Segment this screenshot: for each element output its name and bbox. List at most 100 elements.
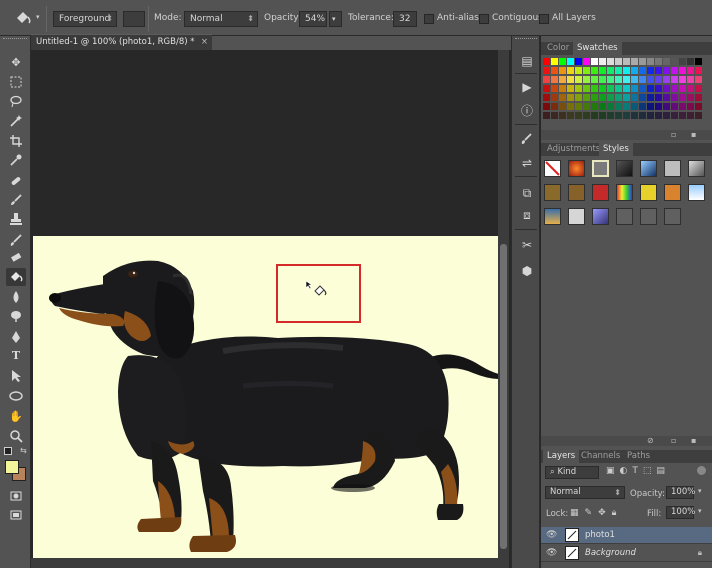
history-panel-icon[interactable]: ▤	[518, 52, 536, 70]
swatch[interactable]	[615, 94, 622, 101]
brush-presets-panel-icon[interactable]: ⇌	[518, 154, 536, 172]
swatch[interactable]	[599, 58, 606, 65]
layer-filter-kind-dropdown[interactable]: ⌕ Kind	[545, 466, 599, 479]
filter-toggle-icon[interactable]	[697, 466, 706, 475]
swatch[interactable]	[599, 112, 606, 119]
style-bronze[interactable]	[568, 184, 585, 201]
style-gray-bevel[interactable]	[688, 160, 705, 177]
actions-panel-icon[interactable]: ▶	[518, 78, 536, 96]
tab-layers[interactable]: Layers	[543, 450, 580, 463]
pattern-picker[interactable]	[123, 11, 145, 27]
swatch[interactable]	[599, 67, 606, 74]
style-dark-bevel[interactable]	[616, 160, 633, 177]
type-tool-icon[interactable]: T	[6, 347, 26, 365]
swatch[interactable]	[623, 94, 630, 101]
swatch[interactable]	[647, 94, 654, 101]
vertical-scrollbar-thumb[interactable]	[500, 244, 507, 549]
screen-mode-icon[interactable]	[6, 506, 26, 524]
swatch[interactable]	[591, 85, 598, 92]
layer-name[interactable]: photo1	[585, 530, 615, 540]
swatch[interactable]	[655, 58, 662, 65]
history-brush-tool-icon[interactable]	[6, 231, 26, 249]
fill-arrow-icon[interactable]: ▾	[698, 507, 702, 515]
tab-swatches[interactable]: Swatches	[573, 42, 622, 55]
swap-colors-icon[interactable]: ⇆	[20, 446, 27, 455]
swatch[interactable]	[583, 94, 590, 101]
swatch[interactable]	[583, 85, 590, 92]
tolerance-input[interactable]: 32	[393, 11, 417, 27]
tab-paths[interactable]: Paths	[623, 450, 654, 463]
lock-all-icon[interactable]: 🔒︎	[612, 508, 623, 518]
swatch[interactable]	[607, 58, 614, 65]
contiguous-checkbox[interactable]	[479, 14, 489, 24]
swatch[interactable]	[551, 67, 558, 74]
swatch[interactable]	[607, 76, 614, 83]
swatch[interactable]	[655, 67, 662, 74]
swatch[interactable]	[647, 67, 654, 74]
swatch[interactable]	[591, 103, 598, 110]
swatch[interactable]	[591, 76, 598, 83]
swatch[interactable]	[583, 103, 590, 110]
style-purple[interactable]	[592, 208, 609, 225]
swatch[interactable]	[631, 112, 638, 119]
healing-brush-tool-icon[interactable]	[6, 172, 26, 190]
preset-dropdown-arrow-icon[interactable]: ▾	[36, 13, 40, 21]
swatch[interactable]	[615, 76, 622, 83]
lock-position-icon[interactable]: ✥	[598, 508, 612, 518]
swatch[interactable]	[559, 94, 566, 101]
swatch[interactable]	[543, 58, 550, 65]
swatch[interactable]	[679, 85, 686, 92]
swatch[interactable]	[687, 67, 694, 74]
swatch[interactable]	[551, 76, 558, 83]
swatch[interactable]	[607, 103, 614, 110]
swatch[interactable]	[639, 85, 646, 92]
path-selection-tool-icon[interactable]	[6, 367, 26, 385]
pixel-filter-icon[interactable]: ▣	[606, 466, 620, 476]
swatch[interactable]	[671, 94, 678, 101]
swatch[interactable]	[559, 67, 566, 74]
swatch[interactable]	[591, 112, 598, 119]
swatch[interactable]	[695, 103, 702, 110]
swatch[interactable]	[631, 76, 638, 83]
swatch[interactable]	[615, 58, 622, 65]
swatch[interactable]	[559, 76, 566, 83]
swatch[interactable]	[655, 85, 662, 92]
swatch[interactable]	[583, 112, 590, 119]
swatch[interactable]	[559, 85, 566, 92]
swatch[interactable]	[679, 103, 686, 110]
layer-opacity-arrow-icon[interactable]: ▾	[698, 487, 702, 495]
swatch[interactable]	[551, 58, 558, 65]
zoom-tool-icon[interactable]	[6, 427, 26, 445]
swatch[interactable]	[567, 94, 574, 101]
swatch[interactable]	[679, 94, 686, 101]
swatch[interactable]	[639, 67, 646, 74]
swatch[interactable]	[567, 103, 574, 110]
swatch[interactable]	[559, 58, 566, 65]
tab-adjustments[interactable]: Adjustments	[543, 143, 604, 156]
tab-styles[interactable]: Styles	[599, 143, 633, 156]
swatch[interactable]	[639, 94, 646, 101]
swatch[interactable]	[623, 76, 630, 83]
antialias-checkbox[interactable]	[424, 14, 434, 24]
swatch[interactable]	[543, 94, 550, 101]
swatch[interactable]	[559, 112, 566, 119]
swatch[interactable]	[663, 76, 670, 83]
swatch[interactable]	[695, 58, 702, 65]
swatch[interactable]	[575, 67, 582, 74]
horizontal-scrollbar[interactable]	[31, 558, 509, 568]
style-frame-selected[interactable]	[592, 160, 609, 177]
swatch[interactable]	[655, 94, 662, 101]
document-tab[interactable]: Untitled-1 @ 100% (photo1, RGB/8) * ×	[31, 34, 212, 50]
swatch[interactable]	[631, 85, 638, 92]
swatch[interactable]	[679, 58, 686, 65]
swatch[interactable]	[671, 112, 678, 119]
swatch[interactable]	[591, 58, 598, 65]
swatch[interactable]	[663, 67, 670, 74]
swatch[interactable]	[615, 103, 622, 110]
swatch[interactable]	[543, 103, 550, 110]
magic-wand-tool-icon[interactable]	[6, 112, 26, 130]
brush-panel-icon[interactable]	[518, 132, 536, 150]
style-sky[interactable]	[688, 184, 705, 201]
swatch[interactable]	[655, 112, 662, 119]
swatch[interactable]	[639, 103, 646, 110]
